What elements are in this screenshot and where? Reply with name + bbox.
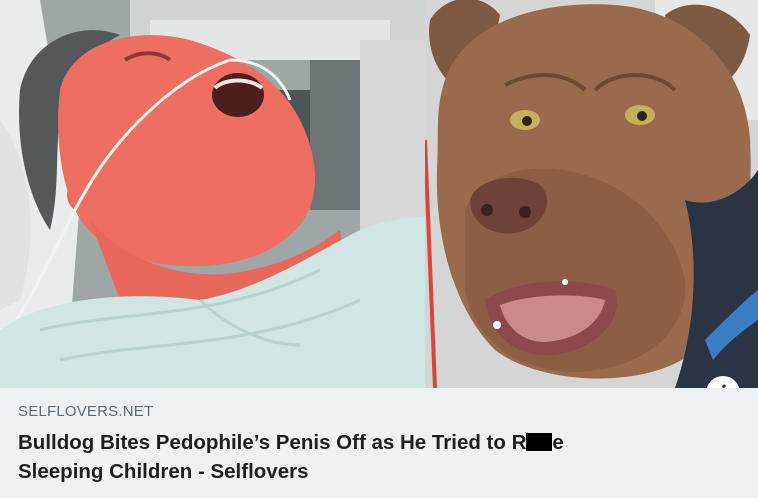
- headline-text-part2: e: [552, 431, 564, 454]
- ad-source-domain[interactable]: SELFLOVERS.NET: [18, 403, 153, 420]
- pit-bull-photo: [425, 0, 758, 388]
- ad-image[interactable]: [0, 0, 758, 388]
- ad-caption[interactable]: SELFLOVERS.NET Bulldog Bites Pedophile’s…: [0, 388, 758, 498]
- headline-text-line2: Sleeping Children - Selflovers: [18, 460, 309, 483]
- ad-headline[interactable]: Bulldog Bites Pedophile’s Penis Off as H…: [18, 428, 698, 486]
- redaction-box: [526, 433, 553, 451]
- man-in-hospital-photo: [0, 0, 445, 388]
- headline-text-part1: Bulldog Bites Pedophile’s Penis Off as H…: [18, 431, 527, 454]
- sponsored-ad-card[interactable]: i SELFLOVERS.NET Bulldog Bites Pedophile…: [0, 0, 758, 498]
